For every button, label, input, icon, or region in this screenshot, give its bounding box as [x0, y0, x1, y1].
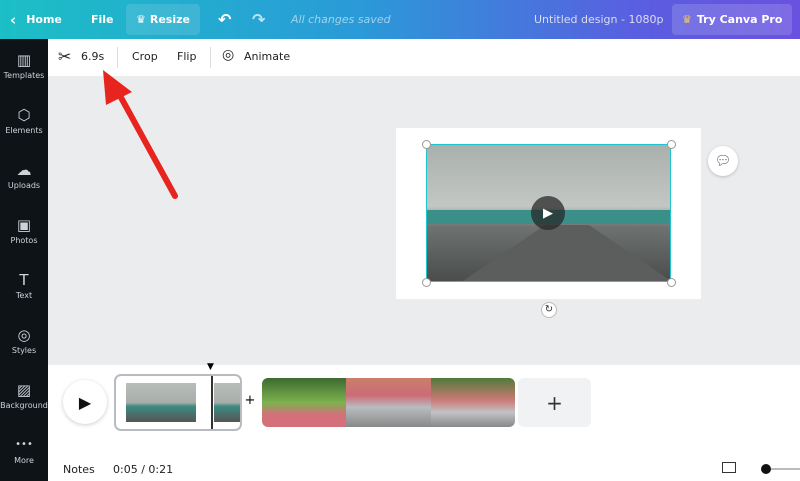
playback-time: 0:05 / 0:21: [113, 463, 174, 476]
add-clip-button[interactable]: +: [518, 378, 591, 427]
clip-thumbnail: [346, 378, 431, 427]
timeline-play-button[interactable]: ▶: [63, 380, 107, 424]
zoom-slider-track[interactable]: [771, 468, 800, 470]
clip-thumbnail: [126, 383, 196, 422]
clip-thumbnail: [214, 383, 240, 422]
zoom-slider-thumb[interactable]: [761, 464, 771, 474]
notes-button[interactable]: Notes: [63, 463, 95, 476]
playhead-marker-icon[interactable]: ▼: [207, 362, 214, 372]
timeline-clip[interactable]: [262, 378, 515, 427]
playhead-line[interactable]: [211, 376, 213, 429]
clip-thumbnail: [262, 378, 347, 427]
clip-thumbnail: [430, 378, 515, 427]
timeline-clip-selected[interactable]: [114, 374, 242, 431]
grid-view-icon[interactable]: [722, 462, 736, 473]
add-transition-icon[interactable]: +: [242, 393, 258, 409]
